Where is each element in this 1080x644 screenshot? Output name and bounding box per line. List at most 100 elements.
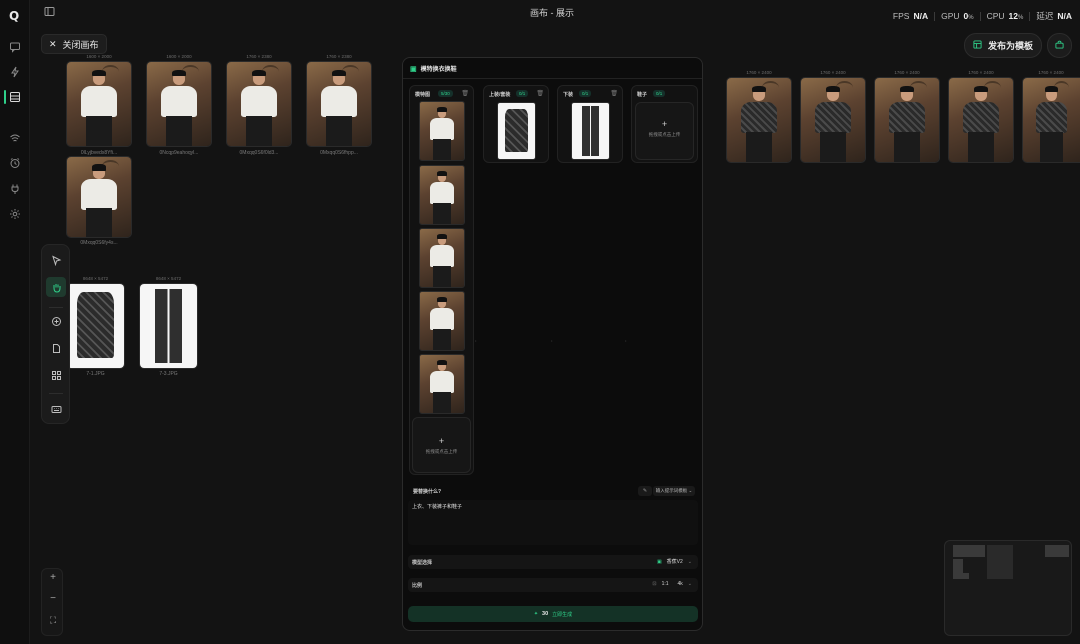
generate-cost: 30 — [542, 611, 549, 617]
image-dimensions: 8648 × 5472 — [155, 276, 182, 281]
wifi-icon[interactable] — [9, 132, 21, 144]
model-icon: ▣ — [656, 558, 662, 565]
result-image-card[interactable]: 1760 × 2400 — [726, 70, 792, 163]
hand-tool-icon[interactable] — [46, 277, 66, 297]
bottom-garment-thumbnail[interactable] — [571, 102, 610, 160]
gear-icon[interactable] — [9, 208, 21, 220]
model-thumbnail[interactable] — [419, 165, 465, 225]
add-node-icon[interactable] — [49, 314, 63, 328]
model-image-card[interactable]: 1600 × 2000 0Ncqp9eahoqyl... — [146, 54, 212, 156]
image-dimensions: 1760 × 2380 — [326, 54, 352, 59]
shoes-column: 鞋子 0/1 + 拖拽或点击上传 — [631, 85, 698, 163]
generate-button[interactable]: ✦ 30 立即生成 — [408, 606, 698, 622]
model-photo — [147, 62, 211, 146]
bolt-icon[interactable] — [9, 66, 21, 78]
result-photo — [875, 78, 939, 162]
model-select-label: 模型选择 — [412, 560, 433, 566]
image-filename: 0Mxqq0S6fy4s... — [80, 240, 118, 246]
bottom-column-label: 下装 — [563, 92, 574, 98]
image-filename: 0Mxqq0S6f0ld3... — [239, 150, 279, 156]
garment-image-card[interactable]: 8648 × 5472 7-3.JPG — [139, 276, 198, 377]
shop-bag-button[interactable] — [1047, 33, 1072, 58]
bag-icon — [1055, 40, 1064, 51]
model-image-card[interactable]: 1600 × 2000 0lLyjbvedx8Yfi... — [66, 54, 132, 156]
left-rail: Q — [0, 0, 30, 644]
trash-icon[interactable]: 🗑 — [461, 90, 469, 97]
zoom-out-button[interactable]: − — [42, 593, 64, 604]
image-filename: 0Ncqp9eahoqyl... — [159, 150, 199, 156]
trash-icon[interactable]: 🗑 — [536, 90, 544, 97]
node-title: ▣ 模特换衣换鞋 — [410, 65, 457, 74]
model-thumbnail[interactable] — [419, 291, 465, 351]
outfit-swap-node[interactable]: ▣ 模特换衣换鞋 模特图 5/30 🗑 + 拖拽或点击上传 上装/套装 0/1 … — [402, 57, 703, 631]
close-canvas-button[interactable]: ✕ 关闭画布 — [41, 34, 107, 54]
shoes-column-label: 鞋子 — [637, 92, 648, 98]
model-image-card[interactable]: 1760 × 2380 0Mxqq0S6fhpp... — [306, 54, 372, 156]
ratio-row[interactable]: 比例 ⊡ 1:1 4k ⌄ — [408, 578, 698, 592]
result-photo — [801, 78, 865, 162]
ratio-icon: ⊡ — [652, 581, 657, 587]
model-thumbnail[interactable] — [419, 228, 465, 288]
close-icon: ✕ — [49, 38, 57, 49]
grid-icon[interactable] — [49, 368, 63, 382]
top-count-badge: 0/1 — [516, 90, 529, 97]
publish-template-button[interactable]: 发布为模板 — [964, 33, 1042, 58]
top-garment-thumbnail[interactable] — [497, 102, 536, 160]
handle-dot: • — [551, 338, 553, 343]
result-image-card[interactable]: 1760 × 2400 — [1022, 70, 1080, 163]
latency-stat: 延迟 N/A — [1036, 11, 1072, 21]
result-image-card[interactable]: 1760 × 2400 — [800, 70, 866, 163]
shoes-count-badge: 0/1 — [653, 90, 666, 97]
trash-icon[interactable]: 🗑 — [610, 90, 618, 97]
image-filename: 7-3.JPG — [159, 371, 178, 377]
sweater-photo — [67, 284, 124, 368]
result-image-card[interactable]: 1760 × 2400 — [948, 70, 1014, 163]
canvas-toolbar — [41, 244, 70, 424]
model-count-badge: 5/30 — [438, 90, 453, 97]
image-dimensions: 1600 × 2000 — [166, 54, 192, 59]
bottom-garment-column: 下装 0/1 🗑 — [557, 85, 623, 163]
prompt-text: 上衣、下装裤子和鞋子 — [412, 504, 463, 510]
prompt-label: 要替换什么? — [413, 489, 442, 495]
image-dimensions: 1760 × 2400 — [894, 70, 920, 75]
fit-view-button[interactable]: ⛶ — [42, 615, 64, 626]
edit-prompt-button[interactable]: ✎ — [638, 486, 652, 496]
prompt-template-select[interactable]: 输入提示词模板 ⌄ — [653, 486, 695, 496]
zoom-controls: + − ⛶ — [41, 568, 63, 636]
model-column-label: 模特图 — [415, 92, 431, 98]
layout-icon[interactable] — [9, 91, 21, 103]
ratio-value[interactable]: 1:1 — [662, 581, 669, 587]
model-upload-zone[interactable]: + 拖拽或点击上传 — [412, 417, 471, 473]
model-thumbnail[interactable] — [419, 101, 465, 161]
ratio-label: 比例 — [412, 583, 423, 589]
node-icon: ▣ — [410, 65, 417, 73]
model-select-value: 香蕉V2 — [666, 559, 683, 565]
zoom-in-button[interactable]: + — [42, 572, 64, 583]
minimap[interactable] — [944, 540, 1072, 636]
chat-icon[interactable] — [9, 41, 21, 53]
gpu-stat: GPU 0% — [941, 11, 974, 21]
close-canvas-label: 关闭画布 — [62, 39, 99, 50]
resolution-value[interactable]: 4k — [678, 581, 683, 587]
chevron-down-icon: ⌄ — [687, 558, 692, 565]
image-dimensions: 1760 × 2400 — [1038, 70, 1064, 75]
sparkle-icon: ✦ — [533, 611, 539, 617]
handle-dot: • — [625, 338, 627, 343]
model-image-card[interactable]: 0Mxqq0S6fy4s... — [66, 156, 132, 246]
keyboard-icon[interactable] — [49, 402, 63, 416]
plug-icon[interactable] — [9, 183, 21, 195]
shoes-upload-zone[interactable]: + 拖拽或点击上传 — [635, 102, 694, 160]
model-thumbnail[interactable] — [419, 354, 465, 414]
model-column: 模特图 5/30 🗑 + 拖拽或点击上传 — [409, 85, 474, 475]
model-image-card[interactable]: 1760 × 2380 0Mxqq0S6f0ld3... — [226, 54, 292, 156]
image-dimensions: 1760 × 2400 — [968, 70, 994, 75]
result-image-card[interactable]: 1760 × 2400 — [874, 70, 940, 163]
model-select-row[interactable]: 模型选择 ▣ 香蕉V2 ⌄ — [408, 555, 698, 569]
result-photo — [727, 78, 791, 162]
select-tool-icon[interactable] — [49, 253, 63, 267]
prompt-input[interactable]: 上衣、下装裤子和鞋子 — [408, 500, 698, 545]
garment-image-card[interactable]: 8648 × 5472 7-1.JPG — [66, 276, 125, 377]
generate-label: 立即生成 — [552, 611, 573, 618]
file-icon[interactable] — [49, 341, 63, 355]
alarm-icon[interactable] — [9, 157, 21, 169]
